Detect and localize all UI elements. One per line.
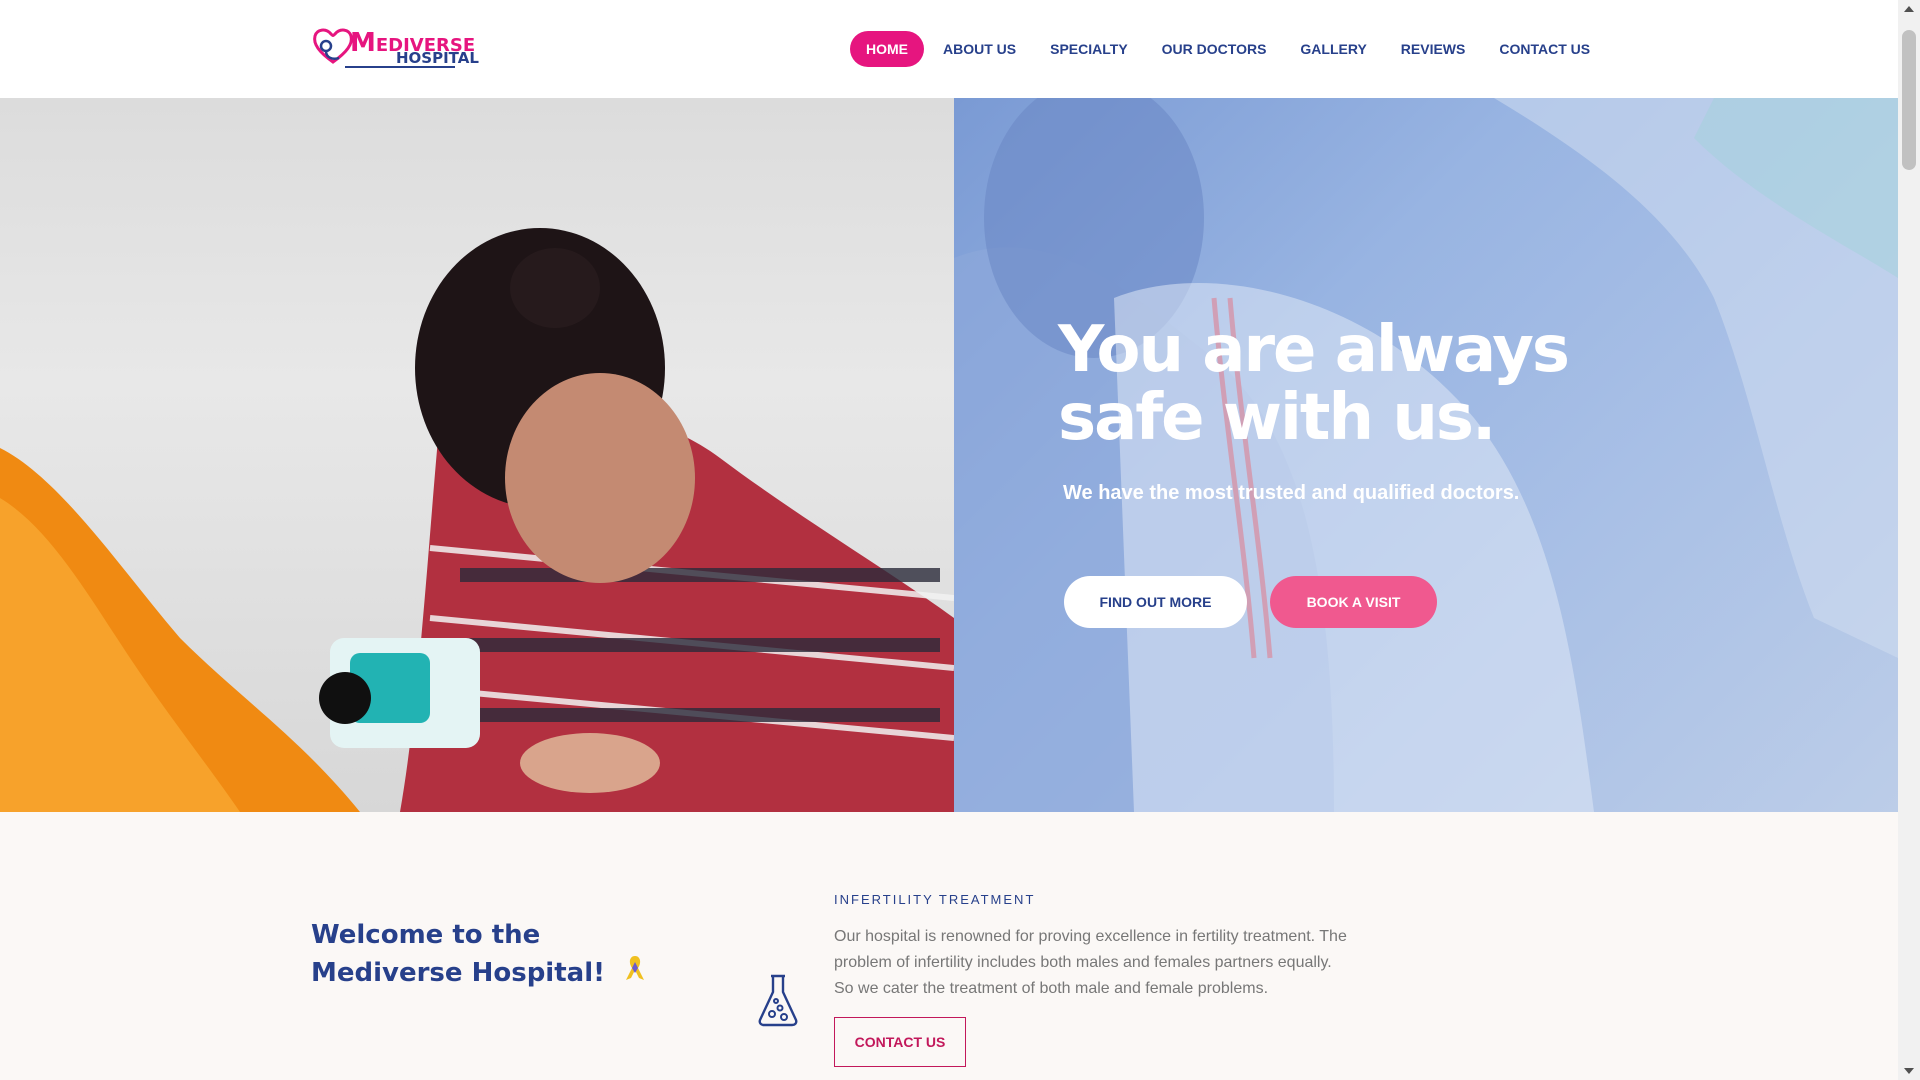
nav-our-doctors[interactable]: OUR DOCTORS: [1145, 31, 1284, 67]
find-out-more-button[interactable]: FIND OUT MORE: [1064, 576, 1247, 628]
nav-gallery[interactable]: GALLERY: [1283, 31, 1383, 67]
nav-home[interactable]: HOME: [850, 31, 924, 67]
heart-stethoscope-icon: [313, 28, 353, 64]
feature-description: Our hospital is renowned for proving exc…: [834, 928, 1347, 997]
main-nav: HOME ABOUT US SPECIALTY OUR DOCTORS GALL…: [850, 31, 1607, 67]
site-header: Mediverse HOSPITAL HOME ABOUT US SPECIAL…: [0, 0, 1898, 98]
welcome-title-text: Welcome to the Mediverse Hospital!: [311, 920, 605, 988]
nav-reviews[interactable]: REVIEWS: [1384, 31, 1483, 67]
hero-photo-left: [0, 98, 955, 812]
welcome-title: Welcome to the Mediverse Hospital!: [311, 916, 651, 993]
feature-eyebrow: INFERTILITY TREATMENT: [834, 892, 1036, 907]
nav-specialty[interactable]: SPECIALTY: [1033, 31, 1145, 67]
hero-buttons: FIND OUT MORE BOOK A VISIT: [1064, 576, 1437, 628]
hero-subtitle: We have the most trusted and qualified d…: [1063, 482, 1520, 504]
hero-text-block: You are always safe with us. We have the…: [1058, 316, 1618, 505]
flask-icon: [756, 972, 800, 1033]
site-logo[interactable]: Mediverse HOSPITAL: [311, 24, 481, 72]
scroll-down-arrow-icon[interactable]: [1904, 1068, 1914, 1074]
book-a-visit-button[interactable]: BOOK A VISIT: [1270, 576, 1437, 628]
nav-contact-us[interactable]: CONTACT US: [1482, 31, 1607, 67]
logo-underline: [345, 66, 455, 68]
welcome-section: Welcome to the Mediverse Hospital! INFER…: [0, 812, 1898, 1080]
doctor-photo-illustration: [0, 228, 955, 812]
contact-us-button[interactable]: CONTACT US: [834, 1017, 966, 1067]
hero-title-line1: You are always: [1058, 313, 1570, 387]
page-scrollbar[interactable]: [1898, 0, 1920, 1080]
scroll-thumb[interactable]: [1902, 30, 1916, 170]
ribbon-icon: [624, 954, 646, 993]
hero-title-line2: safe with us.: [1058, 381, 1496, 455]
hero-title: You are always safe with us.: [1058, 316, 1618, 452]
nav-about-us[interactable]: ABOUT US: [926, 31, 1033, 67]
scroll-up-arrow-icon[interactable]: [1904, 6, 1914, 12]
hero-banner: You are always safe with us. We have the…: [0, 98, 1898, 812]
logo-subtext: HOSPITAL: [396, 49, 479, 67]
